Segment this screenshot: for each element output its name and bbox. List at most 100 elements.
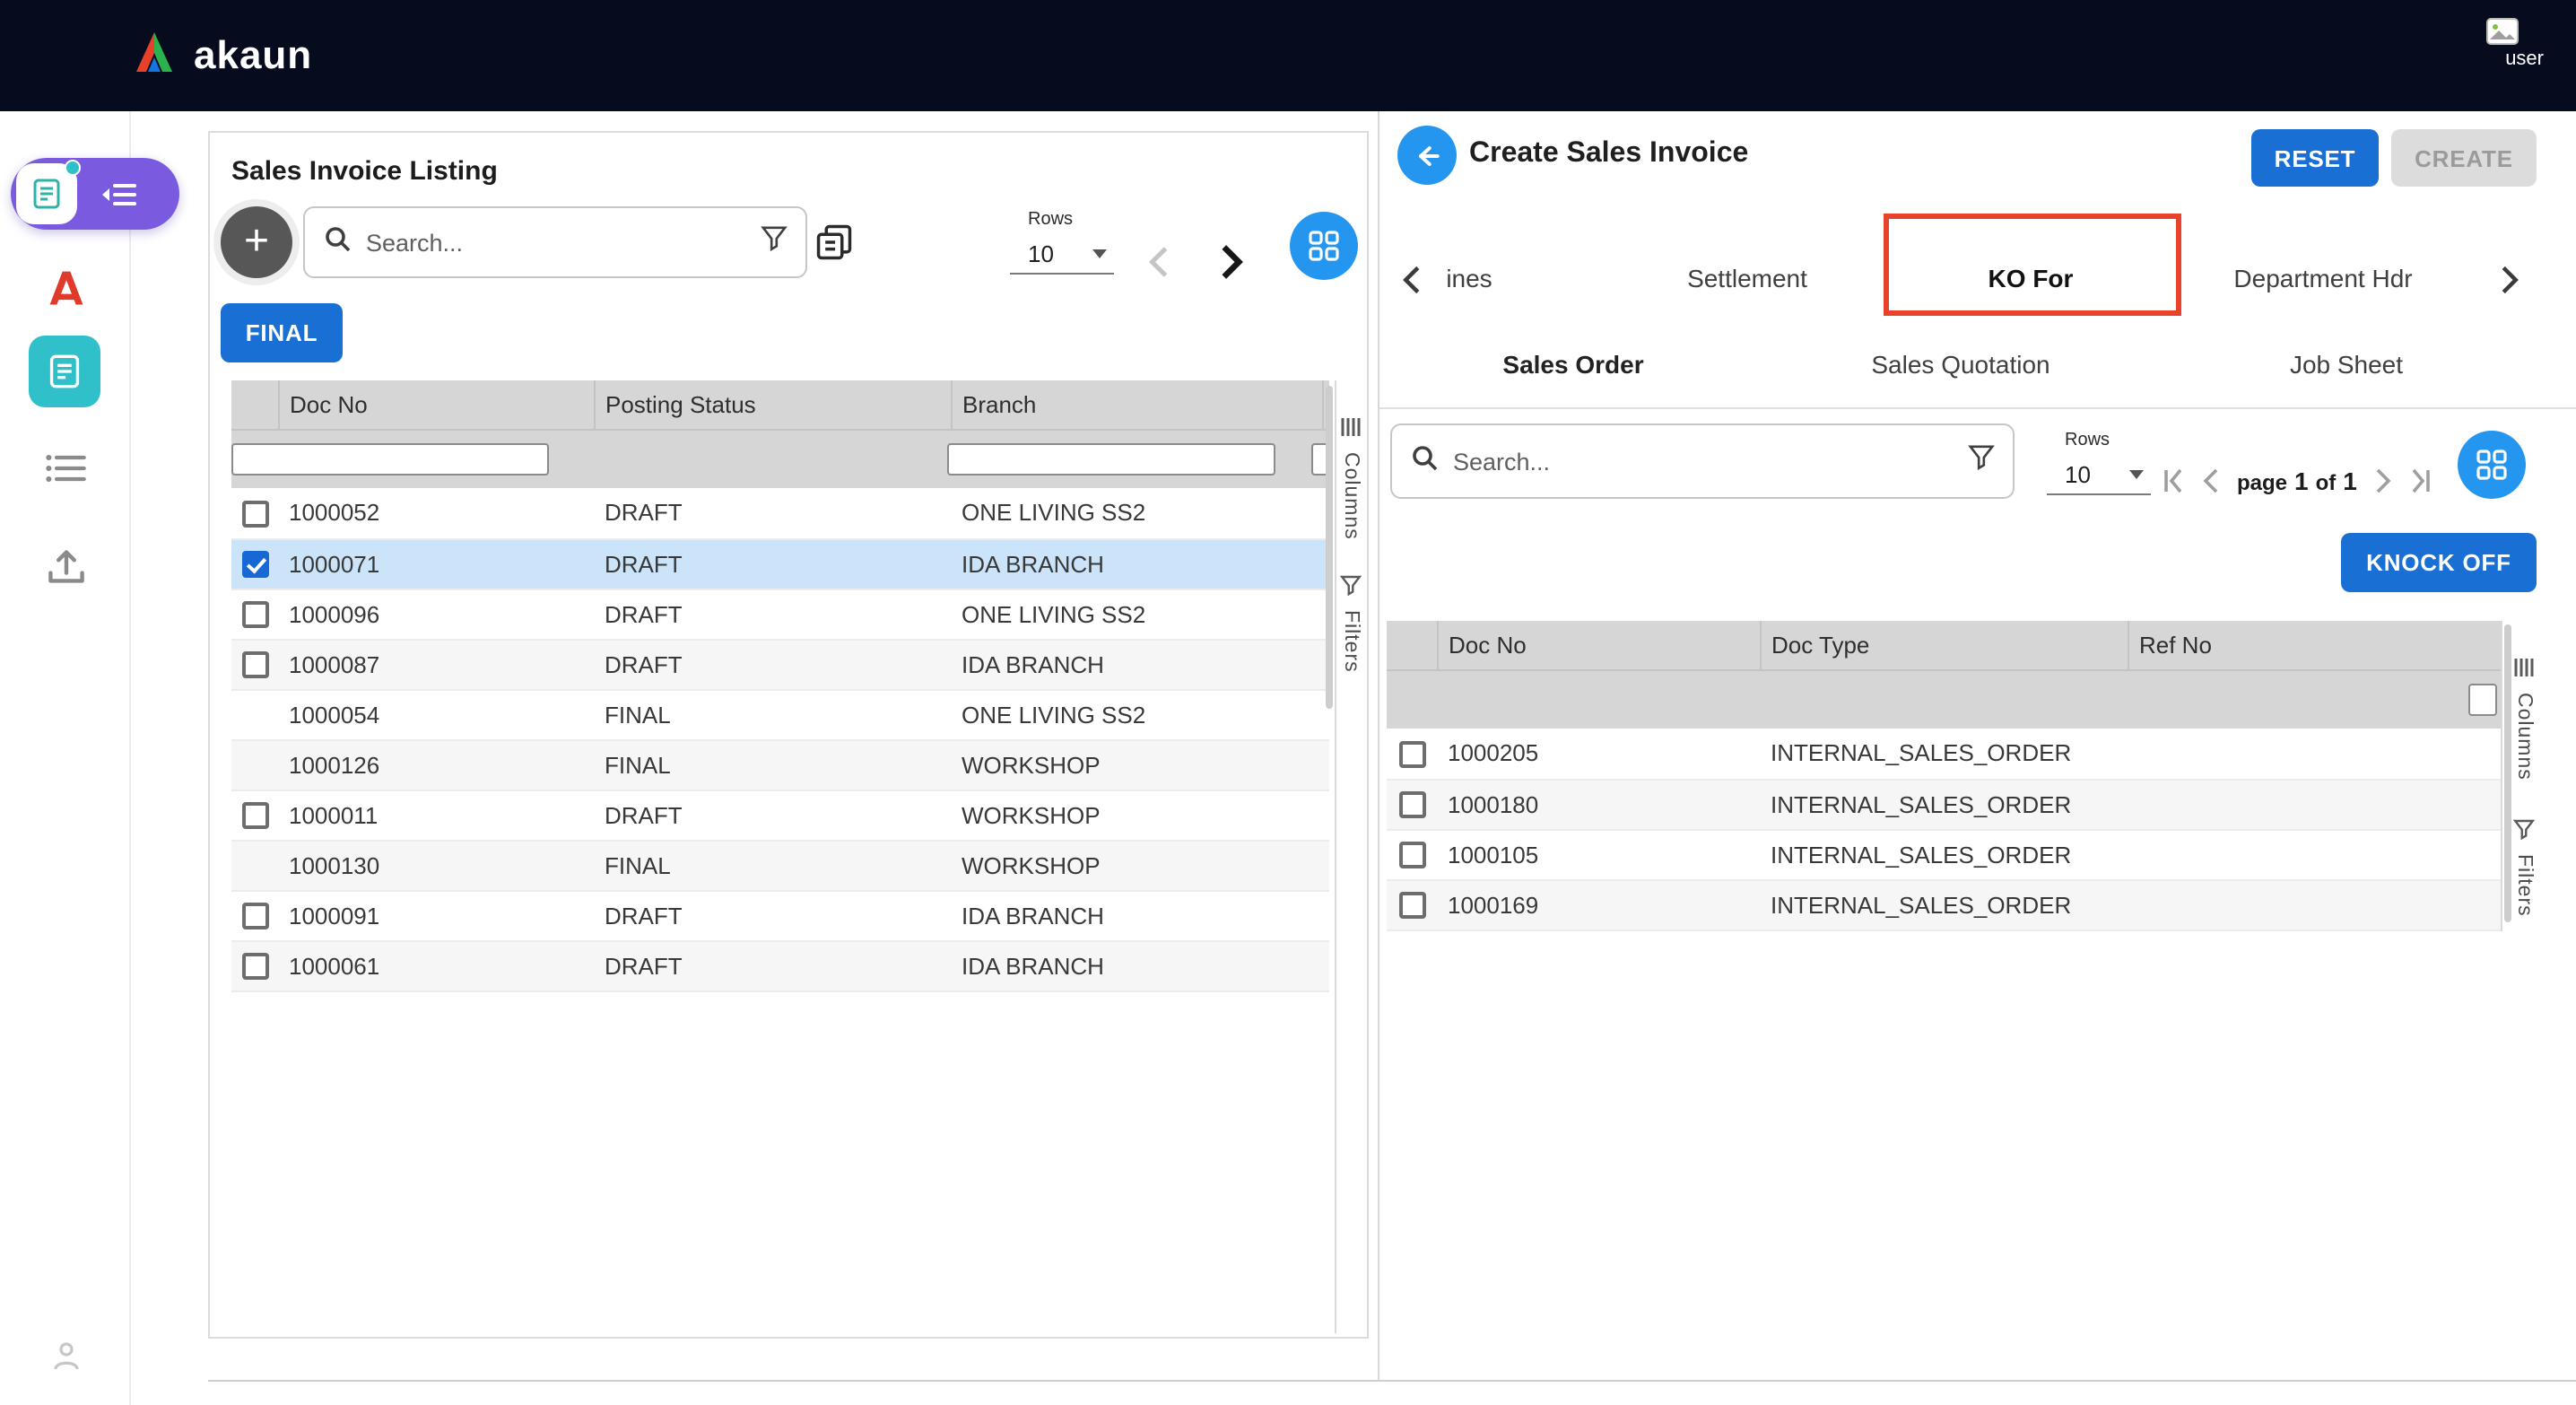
- app-switcher-pill[interactable]: [11, 158, 179, 230]
- row-checkbox[interactable]: [1398, 741, 1425, 768]
- select-all-header[interactable]: [1387, 621, 1437, 669]
- pdf-icon[interactable]: [0, 264, 131, 310]
- grid-view-button[interactable]: [1290, 212, 1358, 280]
- columns-icon: [2513, 657, 2535, 684]
- back-button[interactable]: [1397, 126, 1457, 185]
- prev-page-button[interactable]: [2201, 467, 2221, 495]
- list-icon[interactable]: [0, 452, 131, 484]
- col-doc-no[interactable]: Doc No: [1437, 621, 1760, 669]
- next-page-button[interactable]: [2373, 467, 2393, 495]
- sales-invoice-app-button[interactable]: [29, 336, 100, 407]
- filter-funnel-icon[interactable]: [761, 224, 788, 260]
- knockoff-row[interactable]: 1000180INTERNAL_SALES_ORDER: [1387, 779, 2501, 829]
- subtab-sales-order[interactable]: Sales Order: [1502, 350, 1643, 379]
- row-checkbox[interactable]: [1398, 892, 1425, 919]
- user-avatar[interactable]: user: [2485, 18, 2544, 70]
- checkbox-cell[interactable]: [1387, 829, 1437, 879]
- reset-button[interactable]: RESET: [2251, 129, 2379, 187]
- knockoff-table: Doc No Doc Type Ref No 1000205INTERNAL_S…: [1387, 621, 2501, 930]
- col-posting-status[interactable]: Posting Status: [594, 380, 951, 429]
- grid-view-button[interactable]: [2458, 431, 2526, 499]
- prev-page-button[interactable]: [1146, 244, 1171, 280]
- row-checkbox[interactable]: [241, 501, 268, 528]
- copy-pages-icon[interactable]: [813, 221, 856, 273]
- cell-branch: ONE LIVING SS2: [951, 589, 1322, 639]
- invoice-row[interactable]: 1000087DRAFTIDA BRANCHwa: [231, 639, 1329, 689]
- select-all-header[interactable]: [231, 380, 278, 429]
- scrollbar-thumb[interactable]: [1326, 386, 1333, 709]
- row-checkbox[interactable]: [241, 551, 268, 578]
- filters-toggle[interactable]: Filters: [1340, 574, 1362, 673]
- col-doc-no[interactable]: Doc No: [278, 380, 594, 429]
- filters-toggle[interactable]: Filters: [2513, 818, 2535, 917]
- col-branch[interactable]: Branch: [951, 380, 1322, 429]
- invoice-row[interactable]: 1000091DRAFTIDA BRANCHwa: [231, 890, 1329, 940]
- filter-funnel-icon[interactable]: [1968, 443, 1995, 479]
- checkbox-cell[interactable]: [231, 890, 278, 940]
- last-page-button[interactable]: [2409, 467, 2432, 495]
- col-doc-type[interactable]: Doc Type: [1760, 621, 2128, 669]
- final-button[interactable]: FINAL: [221, 303, 343, 362]
- invoice-search-input[interactable]: [366, 229, 746, 256]
- filters-funnel-icon: [2513, 818, 2535, 845]
- subtab-job-sheet[interactable]: Job Sheet: [2290, 350, 2403, 379]
- knockoff-row[interactable]: 1000105INTERNAL_SALES_ORDER: [1387, 829, 2501, 879]
- invoice-row[interactable]: 1000054FINALONE LIVING SS2: [231, 689, 1329, 739]
- cell-branch: ONE LIVING SS2: [951, 689, 1322, 739]
- tabs-scroll-left[interactable]: [1401, 264, 1423, 296]
- next-page-button[interactable]: [1218, 242, 1245, 282]
- tab-department-hdr[interactable]: Department Hdr: [2233, 264, 2412, 292]
- row-checkbox[interactable]: [241, 802, 268, 829]
- ref-no-filter-input[interactable]: [2468, 683, 2497, 715]
- tabs-scroll-right[interactable]: [2499, 264, 2520, 296]
- first-page-button[interactable]: [2162, 467, 2185, 495]
- tab-lines[interactable]: ines: [1446, 264, 1492, 292]
- col-ref-no[interactable]: Ref No: [2128, 621, 2501, 669]
- invoice-row[interactable]: 1000052DRAFTONE LIVING SS2: [231, 488, 1329, 538]
- row-checkbox[interactable]: [1398, 842, 1425, 868]
- footer-icon[interactable]: [0, 1339, 131, 1374]
- create-button[interactable]: CREATE: [2391, 129, 2537, 187]
- row-checkbox[interactable]: [241, 651, 268, 678]
- tab-settlement[interactable]: Settlement: [1687, 264, 1807, 292]
- upload-icon[interactable]: [0, 549, 131, 585]
- checkbox-cell[interactable]: [231, 790, 278, 840]
- checkbox-cell[interactable]: [231, 488, 278, 538]
- invoice-row[interactable]: 1000071DRAFTIDA BRANCHSi: [231, 538, 1329, 589]
- checkbox-cell[interactable]: [1387, 879, 1437, 929]
- akaun-logo[interactable]: akaun: [131, 0, 312, 111]
- knockoff-row[interactable]: 1000205INTERNAL_SALES_ORDER: [1387, 729, 2501, 779]
- add-invoice-button[interactable]: +: [221, 206, 292, 278]
- checkbox-cell[interactable]: [1387, 779, 1437, 829]
- doc-no-filter-input[interactable]: [231, 442, 549, 475]
- scrollbar-thumb[interactable]: [2504, 624, 2511, 922]
- checkbox-cell[interactable]: [231, 639, 278, 689]
- sidebar: [0, 111, 131, 1405]
- columns-toggle[interactable]: Columns: [2513, 657, 2535, 781]
- knock-off-button[interactable]: KNOCK OFF: [2341, 533, 2537, 592]
- checkbox-cell[interactable]: [1387, 729, 1437, 779]
- search-icon: [323, 223, 352, 261]
- rows-per-page-select[interactable]: Rows 10: [1010, 210, 1114, 275]
- row-checkbox[interactable]: [241, 601, 268, 628]
- subtab-sales-quotation[interactable]: Sales Quotation: [1871, 350, 2049, 379]
- row-checkbox[interactable]: [1398, 791, 1425, 818]
- row-checkbox[interactable]: [241, 903, 268, 929]
- invoice-row[interactable]: 1000130FINALWORKSHOPte: [231, 840, 1329, 890]
- invoice-row[interactable]: 1000096DRAFTONE LIVING SS2Re: [231, 589, 1329, 639]
- row-checkbox[interactable]: [241, 953, 268, 980]
- invoice-row[interactable]: 1000126FINALWORKSHOPwa: [231, 739, 1329, 790]
- invoice-search-box: [303, 206, 807, 278]
- branch-filter-input[interactable]: [947, 442, 1275, 475]
- rows-per-page-select[interactable]: Rows 10: [2047, 431, 2151, 495]
- knockoff-row[interactable]: 1000169INTERNAL_SALES_ORDER: [1387, 879, 2501, 929]
- checkbox-cell[interactable]: [231, 538, 278, 589]
- checkbox-cell[interactable]: [231, 940, 278, 990]
- invoice-row[interactable]: 1000061DRAFTIDA BRANCHJo: [231, 940, 1329, 990]
- cell-branch: IDA BRANCH: [951, 890, 1322, 940]
- app-root: akaun user: [0, 0, 2576, 1405]
- knockoff-search-input[interactable]: [1453, 448, 1954, 475]
- columns-toggle[interactable]: Columns: [1340, 416, 1362, 540]
- checkbox-cell[interactable]: [231, 589, 278, 639]
- invoice-row[interactable]: 1000011DRAFTWORKSHOPKa: [231, 790, 1329, 840]
